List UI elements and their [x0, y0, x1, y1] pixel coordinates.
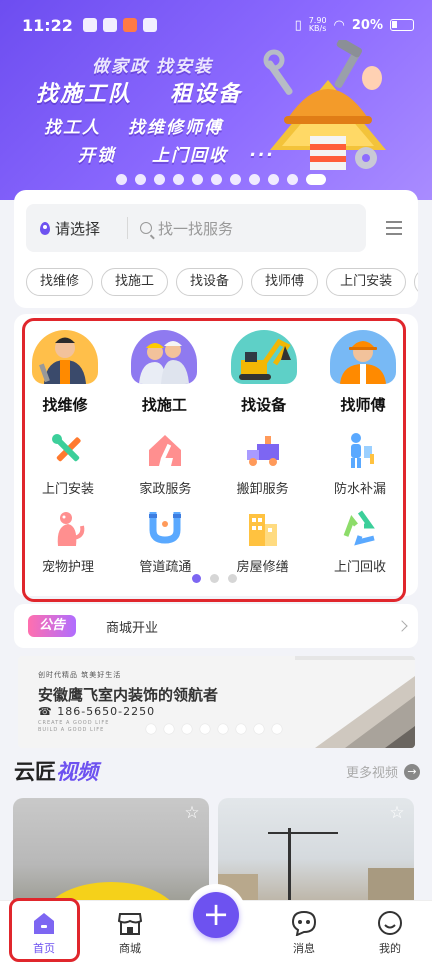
nav-label: 商城 [119, 942, 141, 955]
search-input[interactable]: 找一找服务 [128, 218, 233, 239]
wifi-icon: ◠ [333, 17, 345, 33]
star-icon[interactable]: ☆ [183, 804, 201, 822]
hero-dot-active[interactable] [306, 174, 326, 185]
video-section-title: 云匠视频 [14, 756, 98, 786]
search-bar: 请选择 找一找服务 [26, 204, 366, 252]
menu-icon[interactable] [386, 221, 402, 235]
ad-dot[interactable] [182, 724, 192, 734]
chip-home-install[interactable]: 上门安装 [326, 268, 407, 296]
chip-housekeeping[interactable]: 家政 [414, 268, 418, 296]
video-title-accent: 视频 [56, 760, 98, 784]
ad-banner[interactable]: 创时代精品 筑美好生活 安徽鹰飞室内装饰的领航者 ☎ 186-5650-2250… [18, 656, 415, 748]
video-card[interactable]: ☆ [13, 798, 209, 908]
video-thumbnail [218, 828, 414, 908]
ad-dot[interactable] [236, 724, 246, 734]
ad-subtext-line2: BUILD A GOOD LIFE [38, 727, 105, 733]
hero-pagination[interactable] [116, 174, 326, 185]
ad-dot[interactable] [272, 724, 282, 734]
add-button[interactable]: + [193, 892, 239, 938]
network-speed: 7.90 KB/s [309, 17, 327, 33]
search-icon [140, 222, 152, 234]
ad-pagination[interactable] [146, 724, 282, 734]
hero-dot[interactable] [173, 174, 184, 185]
chip-find-repair[interactable]: 找维修 [26, 268, 94, 296]
search-placeholder: 找一找服务 [158, 219, 234, 238]
vibrate-icon: ▯ [294, 17, 302, 33]
hero-dot[interactable] [249, 174, 260, 185]
hero-dot[interactable] [230, 174, 241, 185]
chip-find-construction[interactable]: 找施工 [101, 268, 169, 296]
hero-tools-illustration [263, 40, 386, 170]
hero-line3a: 找工人 [44, 118, 101, 138]
ad-interior-image [295, 656, 415, 748]
ad-subtext: CREATE A GOOD LIFE BUILD A GOOD LIFE [38, 720, 109, 734]
video-card[interactable]: ☆ [218, 798, 414, 908]
hero-line3b: 找维修师傅 [128, 118, 223, 138]
location-pin-icon [40, 221, 50, 235]
hero-dot[interactable] [135, 174, 146, 185]
status-app-icons [82, 18, 157, 32]
more-videos-label: 更多视频 [345, 766, 398, 781]
nav-label: 消息 [293, 942, 315, 955]
hero-dot[interactable] [268, 174, 279, 185]
hero-line1b: 找安装 [156, 57, 213, 77]
more-videos-link[interactable]: 更多视频 → [346, 762, 420, 781]
ad-subtext-line1: CREATE A GOOD LIFE [38, 720, 110, 726]
quick-chips: 找维修 找施工 找设备 找师傅 上门安装 家政 [26, 268, 418, 296]
video-thumbnail [45, 882, 177, 908]
notice-tag: 公告 [28, 615, 76, 637]
arrow-right-icon: → [404, 763, 420, 780]
status-bar: 11:22 ▯ 7.90 KB/s ◠ 20% [22, 12, 414, 38]
store-icon [117, 913, 143, 935]
video-title-main: 云匠 [14, 760, 56, 784]
ad-phone: ☎ 186-5650-2250 [38, 705, 156, 718]
hero-line2a: 找施工队 [36, 82, 133, 107]
chevron-right-icon [396, 620, 408, 632]
nav-store[interactable]: 商城 [100, 910, 160, 956]
ad-title: 安徽鹰飞室内装饰的领航者 [38, 686, 219, 704]
battery-icon [390, 19, 414, 31]
hero-line1a: 做家政 [92, 57, 149, 77]
hero-dot[interactable] [287, 174, 298, 185]
ad-slogan: 创时代精品 筑美好生活 [38, 671, 122, 679]
battery-percent: 20% [351, 17, 383, 33]
hero-dot[interactable] [192, 174, 203, 185]
hero-dot[interactable] [211, 174, 222, 185]
search-card: 请选择 找一找服务 找维修 找施工 找设备 找师傅 上门安装 家政 [14, 190, 418, 308]
ad-dot[interactable] [254, 724, 264, 734]
ad-dot[interactable] [218, 724, 228, 734]
hero-banner[interactable]: 11:22 ▯ 7.90 KB/s ◠ 20% 做家政 找安装 找施工队 租设备… [0, 0, 432, 200]
star-icon[interactable]: ☆ [388, 804, 406, 822]
hero-line4a: 开锁 [78, 146, 116, 166]
ad-dot[interactable] [146, 724, 156, 734]
ad-dot[interactable] [200, 724, 210, 734]
location-selector[interactable]: 请选择 [26, 217, 128, 239]
hero-line2b: 租设备 [170, 82, 243, 107]
network-speed-unit: KB/s [308, 24, 327, 33]
nav-label: 我的 [379, 942, 401, 955]
hero-dot[interactable] [116, 174, 127, 185]
notice-bar[interactable]: 公告 商城开业 [14, 604, 418, 648]
highlight-frame-service-grid [22, 318, 406, 602]
chip-find-equipment[interactable]: 找设备 [176, 268, 244, 296]
notice-text: 商城开业 [106, 620, 159, 636]
nav-profile[interactable]: 我的 [360, 910, 420, 956]
hero-line4b: 上门回收 [152, 146, 228, 166]
nav-messages[interactable]: 消息 [274, 910, 334, 956]
hero-dot[interactable] [154, 174, 165, 185]
message-icon [291, 910, 317, 936]
highlight-frame-home-tab [9, 898, 80, 962]
status-time: 11:22 [22, 15, 73, 35]
profile-icon [378, 911, 402, 935]
ad-dot[interactable] [164, 724, 174, 734]
location-label: 请选择 [55, 219, 101, 238]
chip-find-master[interactable]: 找师傅 [251, 268, 319, 296]
